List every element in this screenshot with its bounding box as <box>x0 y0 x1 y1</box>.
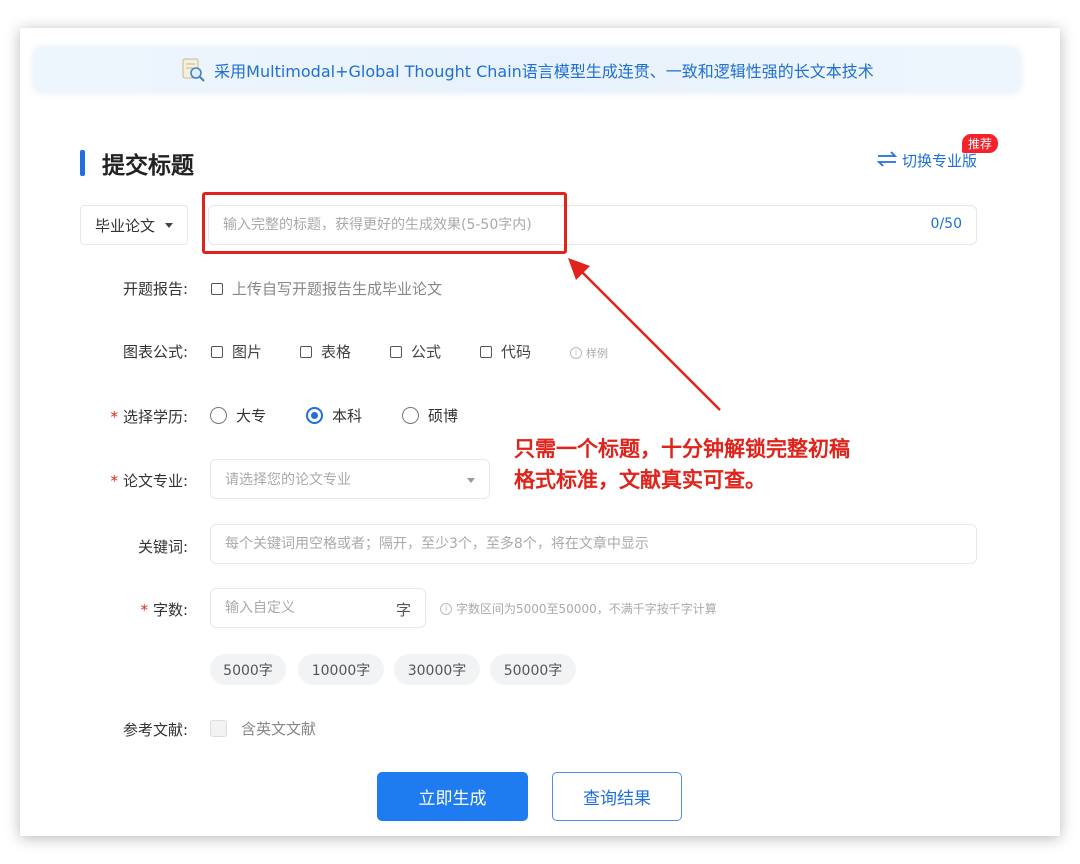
keywords-input-wrapper <box>210 524 977 564</box>
generate-button[interactable]: 立即生成 <box>377 772 528 821</box>
example-link[interactable]: i 样例 <box>570 345 608 361</box>
major-select[interactable]: 请选择您的论文专业 <box>210 459 490 499</box>
education-label: * 选择学历: <box>110 408 188 426</box>
banner-text: 采用Multimodal+Global Thought Chain语言模型生成连… <box>214 62 874 81</box>
switch-arrows-icon <box>876 150 898 171</box>
education-option-label: 大专 <box>236 407 267 425</box>
references-label: 参考文献: <box>122 721 188 739</box>
proposal-checkbox[interactable]: 上传自写开题报告生成毕业论文 <box>211 278 442 299</box>
radio-icon <box>210 407 227 424</box>
chart-option-label: 表格 <box>321 343 352 361</box>
paper-type-value: 毕业论文 <box>95 216 156 235</box>
chart-option-label: 图片 <box>232 343 263 361</box>
checkbox-icon <box>300 345 312 358</box>
chart-option-formula[interactable]: 公式 <box>390 341 441 362</box>
title-input[interactable] <box>223 206 903 244</box>
chevron-down-icon <box>165 222 174 228</box>
annotation-line-2: 格式标准，文献真实可查。 <box>514 468 766 492</box>
education-option-label: 硕博 <box>428 407 459 425</box>
word-count-hint: i 字数区间为5000至50000，不满千字按千字计算 <box>440 600 717 617</box>
education-option-master[interactable]: 硕博 <box>402 405 458 426</box>
education-option-junior[interactable]: 大专 <box>210 405 266 426</box>
chart-option-label: 公式 <box>411 343 442 361</box>
example-label: 样例 <box>586 347 608 360</box>
checkbox-icon <box>211 345 223 358</box>
chart-option-code[interactable]: 代码 <box>480 341 531 362</box>
title-input-wrapper: 0/50 <box>208 205 977 245</box>
proposal-option-label: 上传自写开题报告生成毕业论文 <box>232 280 443 298</box>
chart-option-label: 代码 <box>501 343 532 361</box>
switch-pro-label: 切换专业版 <box>902 152 978 170</box>
chevron-down-icon <box>467 478 475 483</box>
checkbox-icon <box>210 720 227 737</box>
chart-option-table[interactable]: 表格 <box>300 341 351 362</box>
section-title: 提交标题 <box>102 153 194 179</box>
radio-selected-icon <box>306 407 323 424</box>
checkbox-icon <box>211 282 223 295</box>
document-search-icon <box>180 57 206 83</box>
annotation-text: 只需一个标题，十分钟解锁完整初稿 格式标准，文献真实可查。 <box>514 434 850 496</box>
education-option-label: 本科 <box>332 407 363 425</box>
word-count-unit: 字 <box>395 601 411 619</box>
checkbox-icon <box>390 345 402 358</box>
references-option-label: 含英文文献 <box>241 720 317 738</box>
references-checkbox[interactable]: 含英文文献 <box>210 718 316 739</box>
word-count-input-wrapper: 字 <box>210 588 426 628</box>
section-accent-bar <box>80 150 85 176</box>
charts-label: 图表公式: <box>122 343 188 361</box>
info-icon: i <box>570 347 582 359</box>
keywords-input[interactable] <box>211 525 976 563</box>
feature-banner: 采用Multimodal+Global Thought Chain语言模型生成连… <box>34 48 1020 92</box>
major-placeholder: 请选择您的论文专业 <box>225 472 351 488</box>
major-label: * 论文专业: <box>110 472 188 490</box>
switch-pro-link[interactable]: 切换专业版 <box>876 150 977 171</box>
info-icon: i <box>440 602 452 615</box>
word-preset-10000[interactable]: 10000字 <box>298 654 384 685</box>
proposal-label: 开题报告: <box>122 280 188 298</box>
paper-type-select[interactable]: 毕业论文 <box>80 205 188 245</box>
word-count-input[interactable] <box>211 589 381 627</box>
query-results-button[interactable]: 查询结果 <box>552 772 682 821</box>
checkbox-icon <box>480 345 492 358</box>
chart-option-image[interactable]: 图片 <box>211 341 262 362</box>
word-preset-30000[interactable]: 30000字 <box>394 654 480 685</box>
annotation-line-1: 只需一个标题，十分钟解锁完整初稿 <box>514 437 850 461</box>
recommend-badge: 推荐 <box>962 134 999 153</box>
title-char-counter: 0/50 <box>930 216 962 232</box>
word-count-label: * 字数: <box>140 601 188 619</box>
education-option-bachelor[interactable]: 本科 <box>306 405 362 426</box>
radio-icon <box>402 407 419 424</box>
word-preset-50000[interactable]: 50000字 <box>490 654 576 685</box>
word-preset-5000[interactable]: 5000字 <box>210 654 286 685</box>
word-count-hint-text: 字数区间为5000至50000，不满千字按千字计算 <box>456 602 717 616</box>
keywords-label: 关键词: <box>137 538 188 556</box>
